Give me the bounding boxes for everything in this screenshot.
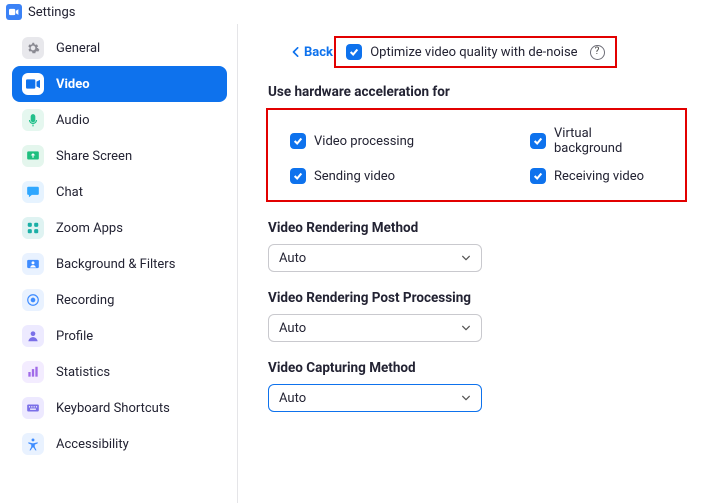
sidebar-item-label: Chat: [56, 185, 83, 200]
sidebar-item-chat[interactable]: Chat: [12, 174, 227, 210]
statistics-icon: [22, 361, 44, 383]
sidebar-item-recording[interactable]: Recording: [12, 282, 227, 318]
capturing-method-title: Video Capturing Method: [268, 360, 687, 376]
sidebar-item-label: Share Screen: [56, 149, 132, 164]
rendering-method-title: Video Rendering Method: [268, 220, 687, 236]
back-label: Back: [304, 45, 333, 60]
receiving-video-label: Receiving video: [554, 169, 644, 184]
sidebar-item-label: Statistics: [56, 365, 110, 380]
window-title: Settings: [28, 5, 75, 20]
sidebar-item-general[interactable]: General: [12, 30, 227, 66]
virtual-background-checkbox[interactable]: [530, 133, 546, 149]
titlebar: Settings: [0, 0, 709, 24]
sidebar-item-label: Video: [56, 77, 90, 92]
sidebar-item-video[interactable]: Video: [12, 66, 227, 102]
sidebar-item-zoom-apps[interactable]: Zoom Apps: [12, 210, 227, 246]
accessibility-icon: [22, 433, 44, 455]
sidebar-item-label: Background & Filters: [56, 257, 175, 272]
hw-accel-title: Use hardware acceleration for: [268, 84, 687, 100]
post-processing-title: Video Rendering Post Processing: [268, 290, 687, 306]
chevron-down-icon: [461, 323, 471, 333]
apps-icon: [22, 217, 44, 239]
zoom-app-icon: [6, 4, 22, 20]
chevron-down-icon: [461, 393, 471, 403]
sidebar-item-label: Recording: [56, 293, 114, 308]
video-processing-label: Video processing: [314, 134, 414, 149]
rendering-method-select[interactable]: Auto: [268, 244, 482, 272]
sidebar-item-label: Audio: [56, 113, 89, 128]
sidebar-item-profile[interactable]: Profile: [12, 318, 227, 354]
chevron-down-icon: [461, 253, 471, 263]
sidebar-item-label: Keyboard Shortcuts: [56, 401, 170, 416]
sidebar-item-statistics[interactable]: Statistics: [12, 354, 227, 390]
highlight-hw-accel: Video processing Virtual background Send…: [266, 108, 687, 202]
profile-icon: [22, 325, 44, 347]
rendering-method-value: Auto: [279, 251, 306, 266]
sidebar-item-keyboard-shortcuts[interactable]: Keyboard Shortcuts: [12, 390, 227, 426]
optimize-label: Optimize video quality with de-noise: [370, 45, 577, 60]
recording-icon: [22, 289, 44, 311]
settings-sidebar: General Video Audio Share Screen Chat Zoom Ap…: [0, 24, 238, 503]
gear-icon: [22, 37, 44, 59]
keyboard-icon: [22, 397, 44, 419]
capturing-method-select[interactable]: Auto: [268, 384, 482, 412]
bgfilters-icon: [22, 253, 44, 275]
help-icon[interactable]: ?: [590, 45, 605, 60]
optimize-checkbox[interactable]: [346, 44, 362, 60]
settings-content: Back Optimize video quality with de-nois…: [238, 24, 709, 503]
sidebar-item-label: Accessibility: [56, 437, 129, 452]
audio-icon: [22, 109, 44, 131]
capturing-method-value: Auto: [279, 391, 306, 406]
sidebar-item-label: Zoom Apps: [56, 221, 123, 236]
sidebar-item-share-screen[interactable]: Share Screen: [12, 138, 227, 174]
sidebar-item-audio[interactable]: Audio: [12, 102, 227, 138]
sidebar-item-label: General: [56, 41, 100, 56]
back-link[interactable]: Back: [292, 45, 333, 60]
share-icon: [22, 145, 44, 167]
post-processing-select[interactable]: Auto: [268, 314, 482, 342]
video-processing-checkbox[interactable]: [290, 133, 306, 149]
sidebar-item-accessibility[interactable]: Accessibility: [12, 426, 227, 462]
sending-video-checkbox[interactable]: [290, 168, 306, 184]
receiving-video-checkbox[interactable]: [530, 168, 546, 184]
sending-video-label: Sending video: [314, 169, 395, 184]
post-processing-value: Auto: [279, 321, 306, 336]
highlight-optimize: Optimize video quality with de-noise ?: [334, 36, 616, 68]
chat-icon: [22, 181, 44, 203]
sidebar-item-label: Profile: [56, 329, 93, 344]
video-icon: [22, 73, 44, 95]
sidebar-item-background-filters[interactable]: Background & Filters: [12, 246, 227, 282]
virtual-background-label: Virtual background: [554, 126, 663, 156]
